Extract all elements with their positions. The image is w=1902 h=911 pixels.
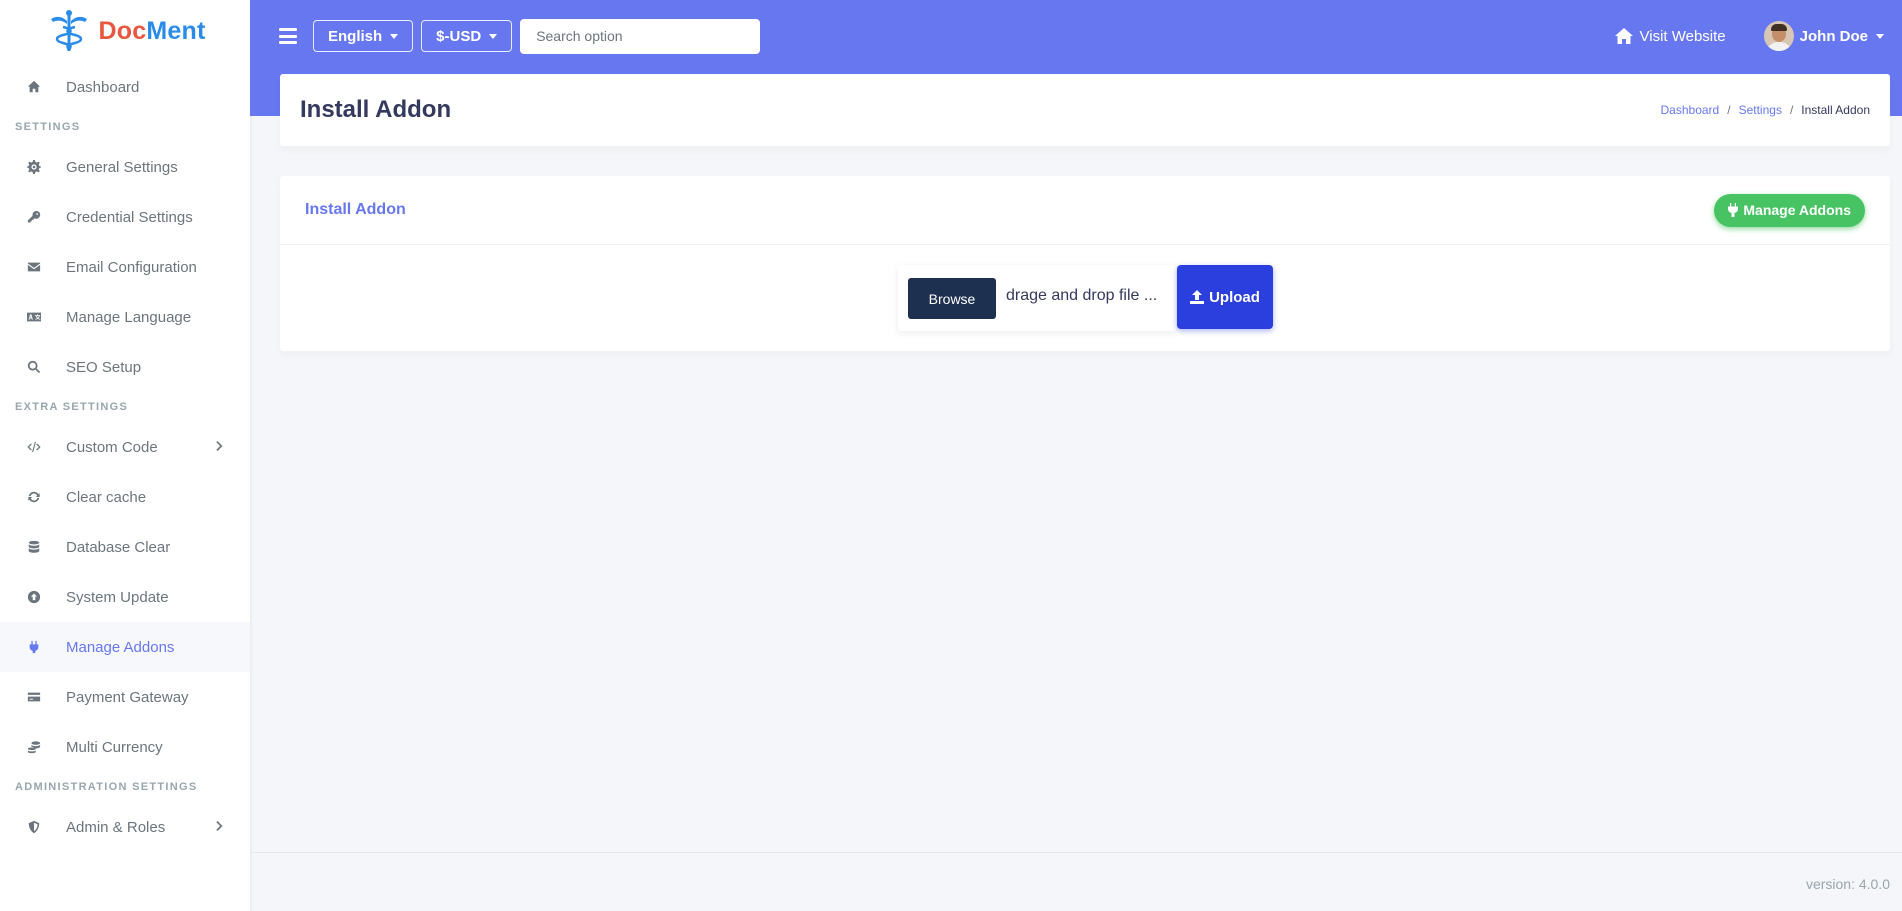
sidebar-item-label: System Update (66, 588, 169, 606)
sidebar-item-credential-settings[interactable]: Credential Settings (0, 192, 250, 242)
caduceus-icon (50, 10, 87, 51)
sidebar-item-dashboard[interactable]: Dashboard (0, 62, 250, 112)
navbar: English $-USD Visit Website John Doe (250, 0, 1902, 72)
card-header: Install Addon Manage Addons (280, 176, 1890, 245)
sidebar-item-label: Dashboard (66, 78, 140, 96)
sidebar-item-label: Admin & Roles (66, 818, 166, 836)
sidebar-item-label: Credential Settings (66, 208, 193, 226)
footer: version: 4.0.0 (250, 852, 1902, 911)
code-icon (26, 439, 42, 455)
sidebar-item-label: Manage Addons (66, 638, 175, 656)
upload-icon (1190, 290, 1205, 304)
version-text: version: 4.0.0 (1805, 876, 1890, 892)
breadcrumb-dashboard-link[interactable]: Dashboard (1661, 103, 1720, 117)
sidebar-item-label: General Settings (66, 158, 178, 176)
sidebar-item-payment-gateway[interactable]: Payment Gateway (0, 672, 250, 722)
breadcrumb: Dashboard / Settings / Install Addon (1660, 103, 1870, 117)
manage-addons-label: Manage Addons (1743, 202, 1851, 218)
user-menu[interactable]: John Doe (1763, 21, 1884, 51)
visit-website-label: Visit Website (1639, 27, 1726, 45)
upload-button[interactable]: Upload (1177, 265, 1273, 329)
sidebar-item-label: Email Configuration (66, 258, 197, 276)
chevron-right-icon (214, 819, 230, 835)
refresh-icon (26, 489, 42, 505)
browse-button[interactable]: Browse (908, 278, 996, 319)
sidebar-item-admin-roles[interactable]: Admin & Roles (0, 802, 250, 852)
sidebar-item-database-clear[interactable]: Database Clear (0, 522, 250, 572)
caret-down-icon (1876, 33, 1884, 39)
home-icon (26, 79, 42, 95)
sidebar-item-email-configuration[interactable]: Email Configuration (0, 242, 250, 292)
sidebar-item-general-settings[interactable]: General Settings (0, 142, 250, 192)
sidebar-item-seo-setup[interactable]: SEO Setup (0, 342, 250, 392)
sidebar-item-manage-language[interactable]: Manage Language (0, 292, 250, 342)
upload-circle-icon (26, 589, 42, 605)
sidebar-item-label: SEO Setup (66, 358, 142, 376)
coins-icon (26, 739, 42, 755)
sidebar-item-label: Payment Gateway (66, 688, 189, 706)
brand-name-part1: Doc (98, 16, 147, 45)
install-addon-card: Install Addon Manage Addons Browse drage… (280, 176, 1890, 351)
sidebar-item-clear-cache[interactable]: Clear cache (0, 472, 250, 522)
sidebar-item-system-update[interactable]: System Update (0, 572, 250, 622)
currency-dropdown[interactable]: $-USD (421, 20, 513, 52)
visit-website-link[interactable]: Visit Website (1614, 27, 1726, 45)
card-title: Install Addon (305, 201, 406, 218)
menu-header-extra-settings: EXTRA SETTINGS (15, 401, 129, 413)
sidebar: DocMent Dashboard SETTINGS General Setti… (0, 0, 250, 911)
breadcrumb-settings-link[interactable]: Settings (1739, 103, 1782, 117)
search-icon (26, 359, 42, 375)
sidebar-item-label: Database Clear (66, 538, 171, 556)
sidebar-item-label: Custom Code (66, 438, 158, 456)
sidebar-item-custom-code[interactable]: Custom Code (0, 422, 250, 472)
breadcrumb-current: Install Addon (1801, 103, 1870, 117)
upload-label: Upload (1209, 288, 1260, 306)
user-name: John Doe (1799, 27, 1868, 45)
menu-header-administration-settings: ADMINISTRATION SETTINGS (15, 781, 198, 793)
language-dropdown[interactable]: English (313, 20, 414, 52)
language-icon (26, 309, 42, 325)
caret-down-icon (489, 33, 498, 39)
page-title: Install Addon (300, 96, 452, 123)
menu-header-settings: SETTINGS (15, 121, 81, 133)
currency-dropdown-label: $-USD (436, 27, 482, 45)
brand-logo[interactable]: DocMent (0, 0, 250, 62)
home-icon (1614, 28, 1633, 44)
sidebar-item-manage-addons[interactable]: Manage Addons (0, 622, 250, 672)
language-dropdown-label: English (328, 27, 383, 45)
chevron-right-icon (214, 439, 230, 455)
sidebar-item-multi-currency[interactable]: Multi Currency (0, 722, 250, 772)
plug-icon (1728, 203, 1739, 217)
sidebar-item-label: Manage Language (66, 308, 192, 326)
manage-addons-button[interactable]: Manage Addons (1714, 193, 1865, 227)
sidebar-item-label: Clear cache (66, 488, 147, 506)
file-dropzone[interactable]: Browse drage and drop file ... (898, 265, 1176, 331)
gear-icon (26, 159, 42, 175)
hamburger-menu-icon[interactable] (279, 28, 297, 44)
brand-name-part2: Ment (146, 16, 206, 45)
card-body: Browse drage and drop file ... Upload (280, 245, 1890, 351)
credit-card-icon (26, 689, 42, 705)
envelope-icon (26, 259, 42, 275)
section-header: Install Addon Dashboard / Settings / Ins… (280, 74, 1890, 146)
database-icon (26, 539, 42, 555)
file-input-label: drage and drop file ... (1006, 287, 1158, 304)
key-icon (26, 209, 42, 225)
shield-icon (26, 819, 42, 835)
avatar (1763, 21, 1794, 51)
search-input[interactable] (520, 18, 761, 54)
plug-icon (26, 639, 42, 655)
caret-down-icon (390, 33, 399, 39)
sidebar-item-label: Multi Currency (66, 738, 163, 756)
